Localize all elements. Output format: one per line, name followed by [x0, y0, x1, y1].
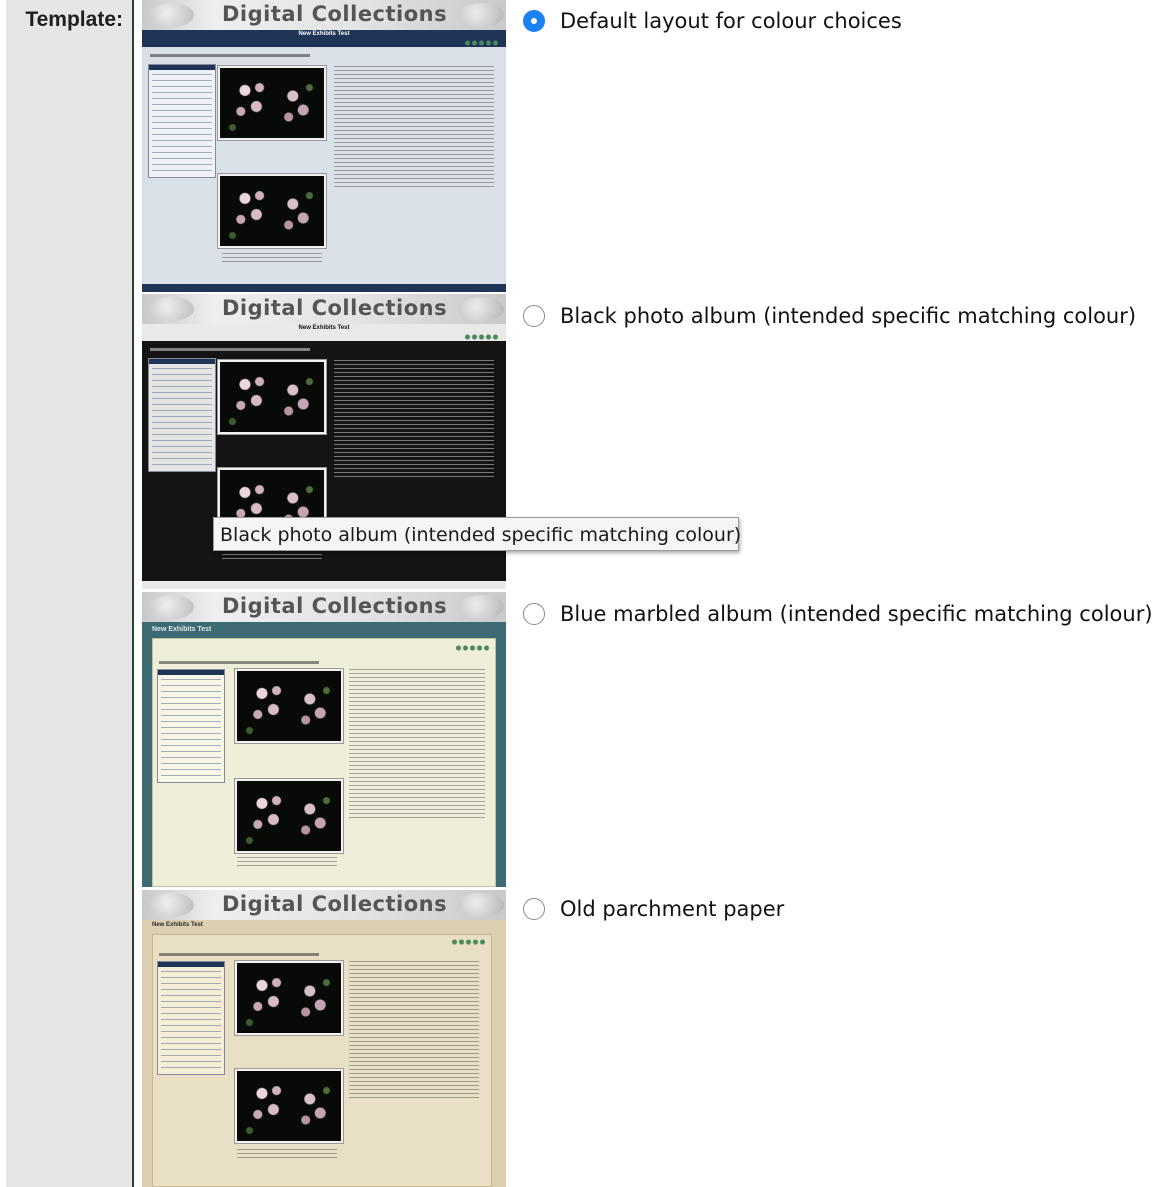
radio-old-parchment-paper[interactable]	[523, 898, 545, 920]
thumbnail-banner: Digital Collections	[142, 890, 506, 920]
thumbnail-exhibit-title: New Exhibits Test	[298, 31, 350, 37]
thumbnail-text	[334, 360, 494, 478]
option-old-parchment-paper[interactable]: Old parchment paper	[523, 895, 784, 923]
thumbnail-photo	[218, 174, 326, 248]
option-blue-marbled-album[interactable]: Blue marbled album (intended specific ma…	[523, 600, 1153, 628]
thumbnail-old-parchment-paper[interactable]: Digital Collections New Exhibits Test	[142, 890, 506, 1187]
thumbnail-caption	[222, 253, 322, 263]
thumbnail-banner: Digital Collections	[142, 294, 506, 324]
tooltip: Black photo album (intended specific mat…	[213, 517, 741, 551]
option-black-photo-album[interactable]: Black photo album (intended specific mat…	[523, 302, 1136, 330]
template-thumbnails: Digital Collections New Exhibits Test Di…	[134, 0, 506, 1187]
banner-decor-right	[458, 3, 504, 27]
thumbnail-text	[349, 669, 485, 819]
option-label[interactable]: Black photo album (intended specific mat…	[560, 304, 1136, 328]
banner-decor-right	[458, 297, 504, 321]
thumbnail-content	[144, 40, 504, 284]
thumbnail-heading	[159, 953, 319, 956]
thumbnail-banner-title: Digital Collections	[222, 296, 448, 320]
thumbnail-banner-title: Digital Collections	[222, 594, 448, 618]
thumbnail-exhibit-title: New Exhibits Test	[152, 922, 203, 928]
thumbnail-toc	[157, 961, 225, 1075]
thumbnail-banner-title: Digital Collections	[222, 2, 448, 26]
banner-decor-right	[458, 893, 504, 917]
thumbnail-nav-icons	[455, 645, 489, 651]
thumbnail-exhibit-title: New Exhibits Test	[152, 626, 212, 633]
thumbnail-content	[152, 638, 496, 887]
thumbnail-blue-marbled-album[interactable]: Digital Collections New Exhibits Test	[142, 592, 506, 887]
thumbnail-heading	[150, 348, 310, 351]
thumbnail-content	[152, 934, 492, 1187]
banner-decor-left	[148, 3, 194, 27]
thumbnail-banner: Digital Collections	[142, 0, 506, 30]
thumbnail-nav-icons	[464, 40, 498, 46]
thumbnail-photo	[235, 669, 343, 743]
thumbnail-nav-icons	[464, 334, 498, 340]
radio-default-layout[interactable]	[523, 10, 545, 32]
thumbnail-photo	[218, 360, 326, 434]
template-field-label: Template:	[25, 8, 123, 31]
thumbnail-toc	[157, 669, 225, 783]
banner-decor-left	[148, 595, 194, 619]
thumbnail-navbar: New Exhibits Test	[142, 30, 506, 47]
thumbnail-banner: Digital Collections	[142, 592, 506, 622]
thumbnail-nav-icons	[451, 939, 485, 945]
banner-decor-right	[458, 595, 504, 619]
radio-blue-marbled-album[interactable]	[523, 603, 545, 625]
radio-black-photo-album[interactable]	[523, 305, 545, 327]
thumbnail-default-layout[interactable]: Digital Collections New Exhibits Test	[142, 0, 506, 292]
banner-decor-left	[148, 893, 194, 917]
option-label[interactable]: Default layout for colour choices	[560, 9, 902, 33]
thumbnail-text	[349, 961, 479, 1099]
thumbnail-text	[334, 66, 494, 190]
thumbnail-heading	[159, 661, 319, 664]
thumbnail-caption	[237, 857, 337, 867]
option-label[interactable]: Old parchment paper	[560, 897, 784, 921]
option-default-layout[interactable]: Default layout for colour choices	[523, 7, 902, 35]
thumbnail-navbar: New Exhibits Test	[142, 324, 506, 341]
thumbnail-toc	[148, 64, 216, 178]
thumbnail-footer	[142, 284, 506, 292]
thumbnail-banner-title: Digital Collections	[222, 892, 448, 916]
thumbnail-exhibit-title: New Exhibits Test	[298, 325, 350, 331]
option-label[interactable]: Blue marbled album (intended specific ma…	[560, 602, 1153, 626]
form-label-column: Template:	[6, 0, 132, 1187]
thumbnail-footer	[142, 581, 506, 589]
thumbnail-toc	[148, 358, 216, 472]
thumbnail-photo	[235, 1069, 343, 1143]
thumbnail-caption	[237, 1149, 337, 1159]
thumbnail-photo	[218, 66, 326, 140]
thumbnail-heading	[150, 54, 310, 57]
banner-decor-left	[148, 297, 194, 321]
thumbnail-photo	[235, 961, 343, 1035]
thumbnail-photo	[235, 779, 343, 853]
